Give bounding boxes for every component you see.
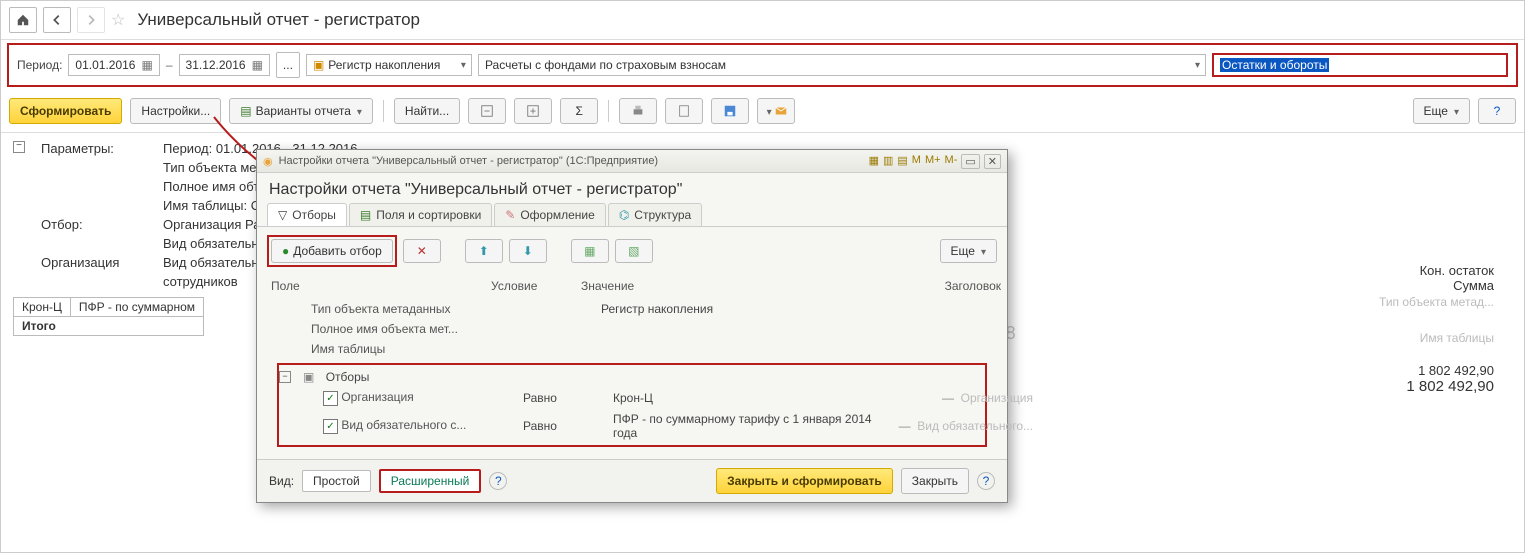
modal-more-button[interactable]: Еще <box>940 239 997 263</box>
period-picker-button[interactable]: ... <box>276 52 300 78</box>
move-down-button[interactable]: ⬇ <box>509 239 547 263</box>
period-label: Период: <box>17 58 62 72</box>
otbor-label: Отбор: <box>41 217 151 232</box>
dash: – <box>166 58 173 72</box>
folder-icon: ▣ <box>313 58 324 72</box>
sum-total: 1 802 492,90 <box>1379 378 1494 395</box>
filter-row: Имя таблицы <box>267 339 997 359</box>
tb-print-button[interactable] <box>619 98 657 124</box>
mode-advanced[interactable]: Расширенный <box>379 469 482 493</box>
help-button[interactable]: ? <box>1478 98 1516 124</box>
filters-highlight-box: − ▣ Отборы Организация Равно Крон-Ц — Ор… <box>277 363 987 447</box>
col-caption: Заголовок <box>841 279 1001 293</box>
tree-icon: ⌬ <box>619 208 629 222</box>
group-icon: ▣ <box>303 370 314 384</box>
modal-sys-icon[interactable]: ▦ <box>869 154 879 169</box>
table-row-total: Итого <box>14 317 204 336</box>
view-label: Вид: <box>269 474 294 488</box>
filter-row: Тип объекта метаданных Регистр накоплени… <box>267 299 997 319</box>
modal-m[interactable]: M <box>912 154 921 169</box>
apply-close-button[interactable]: Закрыть и сформировать <box>716 468 893 494</box>
tb-save-button[interactable] <box>711 98 749 124</box>
modal-mminus[interactable]: M- <box>945 154 958 169</box>
checkbox[interactable] <box>323 419 338 434</box>
filter-icon: ▽ <box>278 208 287 222</box>
sum-header: Кон. остаток <box>1379 263 1494 278</box>
period-bar-highlight: Период: 01.01.2016▦ – 31.12.2016▦ ... ▣ … <box>7 43 1518 87</box>
col-value: Значение <box>581 279 841 293</box>
tool-b-button[interactable]: ▧ <box>615 239 653 263</box>
modal-header: Настройки отчета "Универсальный отчет - … <box>257 173 1007 203</box>
source-select[interactable]: Расчеты с фондами по страховым взносам <box>478 54 1206 76</box>
col-field: Поле <box>271 279 491 293</box>
plus-icon: ● <box>282 244 289 258</box>
collapse-toggle[interactable]: − <box>13 141 25 153</box>
tb-collapse-button[interactable] <box>514 98 552 124</box>
modal-sys-icon2[interactable]: ▥ <box>883 154 893 169</box>
modal-app-icon: ◉ <box>263 155 273 168</box>
modal-window-title: Настройки отчета "Универсальный отчет - … <box>279 155 658 167</box>
add-filter-button[interactable]: ● Добавить отбор <box>271 239 393 263</box>
source-type-select[interactable]: ▣ Регистр накопления <box>306 54 472 76</box>
filter-row: Организация Равно Крон-Ц — Организация <box>279 387 985 409</box>
tab-structure[interactable]: ⌬Структура <box>608 203 702 226</box>
period-from-input[interactable]: 01.01.2016▦ <box>68 54 159 76</box>
tb-expand-button[interactable] <box>468 98 506 124</box>
back-button[interactable] <box>43 7 71 33</box>
sum-value: 1 802 492,90 <box>1379 363 1494 378</box>
data-table: Крон-ЦПФР - по суммарном Итого <box>13 297 204 336</box>
tab-filters[interactable]: ▽Отборы <box>267 203 347 226</box>
col-cond: Условие <box>491 279 581 293</box>
home-button[interactable] <box>9 7 37 33</box>
more-button[interactable]: Еще <box>1413 98 1470 124</box>
settings-dialog: ◉ Настройки отчета "Универсальный отчет … <box>256 149 1008 503</box>
table-row: Крон-ЦПФР - по суммарном <box>14 298 204 317</box>
tab-design[interactable]: ✎Оформление <box>494 203 606 226</box>
modal-help-button[interactable]: ? <box>977 472 995 490</box>
modal-help-footer[interactable]: ? <box>489 472 507 490</box>
ghost-line2: Имя таблицы <box>1379 331 1494 345</box>
fields-icon: ▤ <box>360 208 371 222</box>
brush-icon: ✎ <box>505 208 515 222</box>
mode-simple[interactable]: Простой <box>302 470 371 492</box>
modal-calc-icon[interactable]: ▤ <box>897 154 907 169</box>
variants-button[interactable]: ▤ Варианты отчета <box>229 98 373 124</box>
mode-select[interactable]: Остатки и обороты <box>1212 53 1508 77</box>
period-to-input[interactable]: 31.12.2016▦ <box>179 54 270 76</box>
star-icon[interactable]: ☆ <box>111 10 125 30</box>
forward-button[interactable] <box>77 7 105 33</box>
tb-sum-button[interactable]: Σ <box>560 98 598 124</box>
tool-a-button[interactable]: ▦ <box>571 239 609 263</box>
sigma-icon: Σ <box>575 104 582 118</box>
close-button[interactable]: Закрыть <box>901 468 969 494</box>
tb-mail-button[interactable] <box>757 98 795 124</box>
filter-group: − ▣ Отборы <box>279 367 985 387</box>
sum-sub: Сумма <box>1379 278 1494 293</box>
tab-fields[interactable]: ▤Поля и сортировки <box>349 203 492 226</box>
checkbox[interactable] <box>323 391 338 406</box>
filter-row: Полное имя объекта мет... <box>267 319 997 339</box>
delete-filter-button[interactable]: ✕ <box>403 239 441 263</box>
form-button[interactable]: Сформировать <box>9 98 122 124</box>
collapse-node[interactable]: − <box>279 371 291 383</box>
variants-icon: ▤ <box>240 104 251 118</box>
filter-row: Вид обязательного с... Равно ПФР - по су… <box>279 409 985 443</box>
tb-preview-button[interactable] <box>665 98 703 124</box>
settings-button[interactable]: Настройки... <box>130 98 221 124</box>
clear-icon[interactable]: — <box>942 391 954 405</box>
ghost-line1: Тип объекта метад... <box>1379 295 1494 309</box>
clear-icon[interactable]: — <box>899 419 911 433</box>
page-title: Универсальный отчет - регистратор <box>137 10 420 30</box>
modal-mplus[interactable]: M+ <box>925 154 941 169</box>
find-button[interactable]: Найти... <box>394 98 460 124</box>
modal-close[interactable]: ✕ <box>984 154 1001 169</box>
modal-minimize[interactable]: ▭ <box>961 154 979 169</box>
move-up-button[interactable]: ⬆ <box>465 239 503 263</box>
org-col-label: Организация <box>41 255 151 270</box>
params-label: Параметры: <box>41 141 151 156</box>
